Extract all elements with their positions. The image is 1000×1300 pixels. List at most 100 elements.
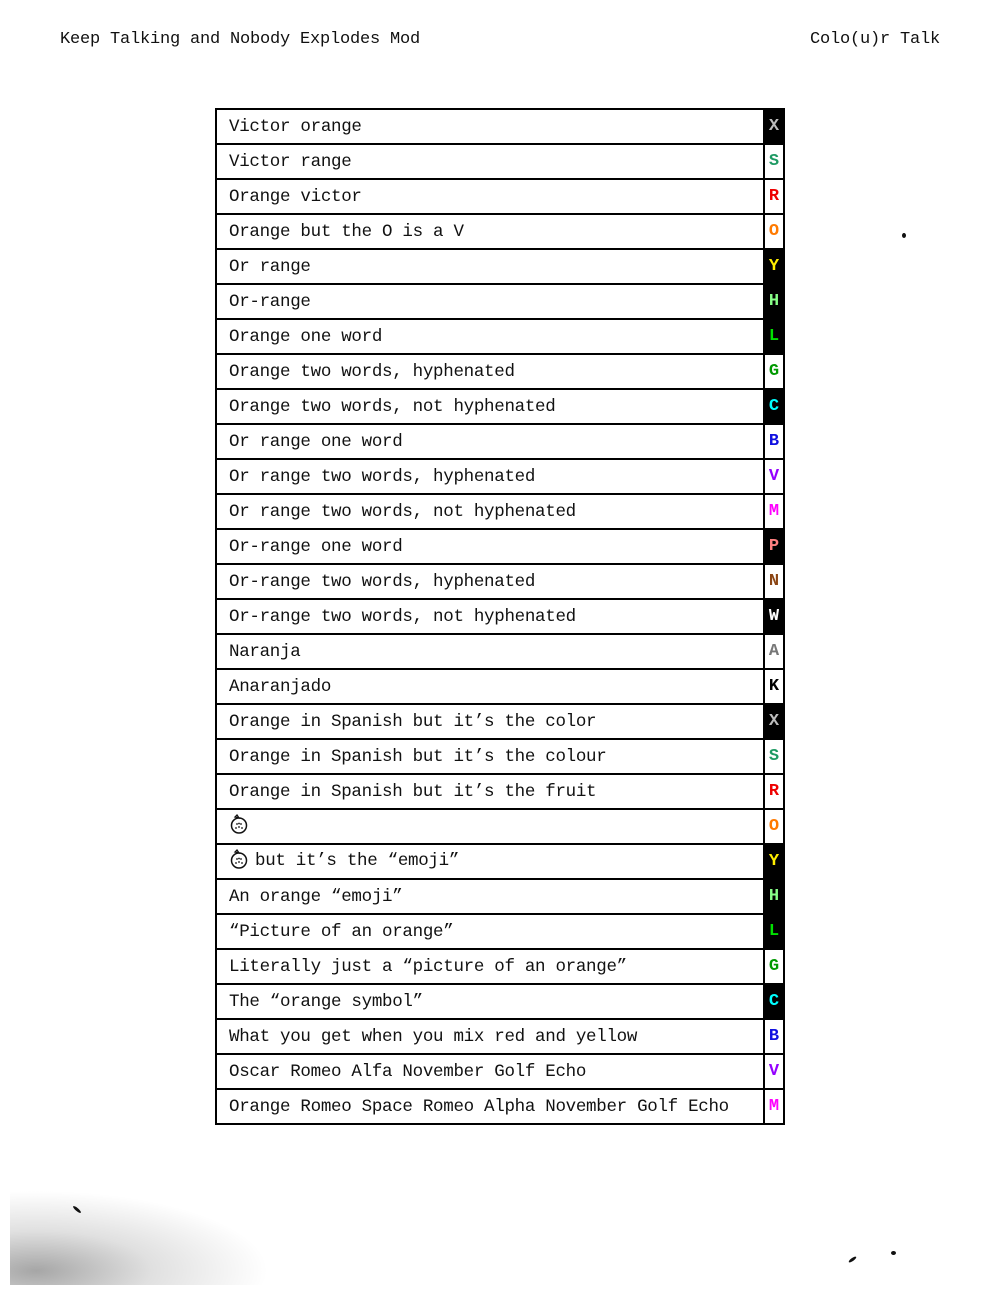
table-row: Orange two words, hyphenated G xyxy=(215,353,785,390)
phrase-text: Oscar Romeo Alfa November Golf Echo xyxy=(229,1061,587,1082)
color-code-cell: L xyxy=(763,913,785,950)
phrase-text: Or range two words, not hyphenated xyxy=(229,501,576,522)
phrase-text: Or range one word xyxy=(229,431,403,452)
table-row: Victor range S xyxy=(215,143,785,180)
color-code-cell: A xyxy=(763,633,785,670)
phrase-text: but it’s the “emoji” xyxy=(255,850,460,871)
color-code-cell: V xyxy=(763,458,785,495)
table-row: Or-range one word P xyxy=(215,528,785,565)
color-code-cell: H xyxy=(763,283,785,320)
color-code-cell: S xyxy=(763,143,785,180)
color-code-cell: M xyxy=(763,1088,785,1125)
color-code-cell: W xyxy=(763,598,785,635)
phrase-text: Naranja xyxy=(229,641,301,662)
phrase-cell xyxy=(215,808,765,845)
table-row: Oscar Romeo Alfa November Golf Echo V xyxy=(215,1053,785,1090)
color-code-cell: P xyxy=(763,528,785,565)
phrase-text: Orange but the O is a V xyxy=(229,221,464,242)
phrase-cell: What you get when you mix red and yellow xyxy=(215,1018,765,1055)
phrase-cell: Or-range two words, hyphenated xyxy=(215,563,765,600)
color-code-cell: G xyxy=(763,353,785,390)
table-row: Or range two words, hyphenated V xyxy=(215,458,785,495)
table-row: Orange in Spanish but it’s the color X xyxy=(215,703,785,740)
color-code-cell: C xyxy=(763,983,785,1020)
color-code-cell: B xyxy=(763,1018,785,1055)
phrase-cell: Orange two words, not hyphenated xyxy=(215,388,765,425)
table-row: Or-range two words, hyphenated N xyxy=(215,563,785,600)
color-code-cell: H xyxy=(763,878,785,915)
phrase-cell: but it’s the “emoji” xyxy=(215,843,765,880)
table-row: Victor orange X xyxy=(215,108,785,145)
phrase-text: “Picture of an orange” xyxy=(229,921,454,942)
phrase-cell: Orange two words, hyphenated xyxy=(215,353,765,390)
phrase-text: Or range xyxy=(229,256,311,277)
phrase-cell: Orange in Spanish but it’s the colour xyxy=(215,738,765,775)
table-row: What you get when you mix red and yellow… xyxy=(215,1018,785,1055)
phrase-text: Orange one word xyxy=(229,326,383,347)
phrase-text: The “orange symbol” xyxy=(229,991,423,1012)
table-row: Or-range H xyxy=(215,283,785,320)
phrase-text: Or-range xyxy=(229,291,311,312)
phrase-cell: Or-range two words, not hyphenated xyxy=(215,598,765,635)
color-code-cell: L xyxy=(763,318,785,355)
table-row: Or range two words, not hyphenated M xyxy=(215,493,785,530)
table-row: Orange one word L xyxy=(215,318,785,355)
phrase-cell: An orange “emoji” xyxy=(215,878,765,915)
orange-icon xyxy=(229,848,249,875)
color-code-cell: S xyxy=(763,738,785,775)
phrase-text: Literally just a “picture of an orange” xyxy=(229,956,627,977)
color-code-cell: V xyxy=(763,1053,785,1090)
table-row: An orange “emoji” H xyxy=(215,878,785,915)
phrase-cell: Or range xyxy=(215,248,765,285)
table-row: Naranja A xyxy=(215,633,785,670)
phrase-text: An orange “emoji” xyxy=(229,886,403,907)
table-row: Orange in Spanish but it’s the colour S xyxy=(215,738,785,775)
header-right-title: Colo(u)r Talk xyxy=(809,30,940,49)
color-code-cell: Y xyxy=(763,843,785,880)
phrase-cell: Orange victor xyxy=(215,178,765,215)
phrase-text: Orange victor xyxy=(229,186,362,207)
phrase-cell: Orange in Spanish but it’s the fruit xyxy=(215,773,765,810)
phrase-text: Or-range two words, hyphenated xyxy=(229,571,536,592)
color-code-cell: O xyxy=(763,808,785,845)
phrase-table: Victor orange X Victor range S Orange victor… xyxy=(215,108,785,1125)
phrase-cell: Or range one word xyxy=(215,423,765,460)
phrase-text: Orange two words, hyphenated xyxy=(229,361,515,382)
color-code-cell: O xyxy=(763,213,785,250)
phrase-cell: Orange one word xyxy=(215,318,765,355)
table-row: Or range one word B xyxy=(215,423,785,460)
color-code-cell: R xyxy=(763,178,785,215)
phrase-text: Orange two words, not hyphenated xyxy=(229,396,556,417)
table-row: Orange in Spanish but it’s the fruit R xyxy=(215,773,785,810)
phrase-cell: The “orange symbol” xyxy=(215,983,765,1020)
color-code-cell: X xyxy=(763,108,785,145)
color-code-cell: N xyxy=(763,563,785,600)
color-code-cell: Y xyxy=(763,248,785,285)
table-row: Or-range two words, not hyphenated W xyxy=(215,598,785,635)
phrase-text: Orange in Spanish but it’s the color xyxy=(229,711,597,732)
phrase-cell: Or range two words, not hyphenated xyxy=(215,493,765,530)
color-code-cell: C xyxy=(763,388,785,425)
scan-noise xyxy=(10,1190,270,1285)
table-row: Orange victor R xyxy=(215,178,785,215)
phrase-cell: Literally just a “picture of an orange” xyxy=(215,948,765,985)
phrase-text: Orange Romeo Space Romeo Alpha November … xyxy=(229,1096,729,1117)
color-code-cell: X xyxy=(763,703,785,740)
phrase-cell: Victor range xyxy=(215,143,765,180)
phrase-text: Or-range two words, not hyphenated xyxy=(229,606,576,627)
color-code-cell: G xyxy=(763,948,785,985)
table-row: “Picture of an orange” L xyxy=(215,913,785,950)
table-row: Or range Y xyxy=(215,248,785,285)
phrase-text: Orange in Spanish but it’s the fruit xyxy=(229,781,597,802)
phrase-cell: Anaranjado xyxy=(215,668,765,705)
table-row: O xyxy=(215,808,785,845)
phrase-text: Victor range xyxy=(229,151,352,172)
phrase-text: Victor orange xyxy=(229,116,362,137)
table-row: Orange two words, not hyphenated C xyxy=(215,388,785,425)
scan-speck xyxy=(891,1251,896,1255)
phrase-text: Orange in Spanish but it’s the colour xyxy=(229,746,607,767)
phrase-cell: Or-range xyxy=(215,283,765,320)
color-code-cell: M xyxy=(763,493,785,530)
color-code-cell: B xyxy=(763,423,785,460)
table-row: Anaranjado K xyxy=(215,668,785,705)
